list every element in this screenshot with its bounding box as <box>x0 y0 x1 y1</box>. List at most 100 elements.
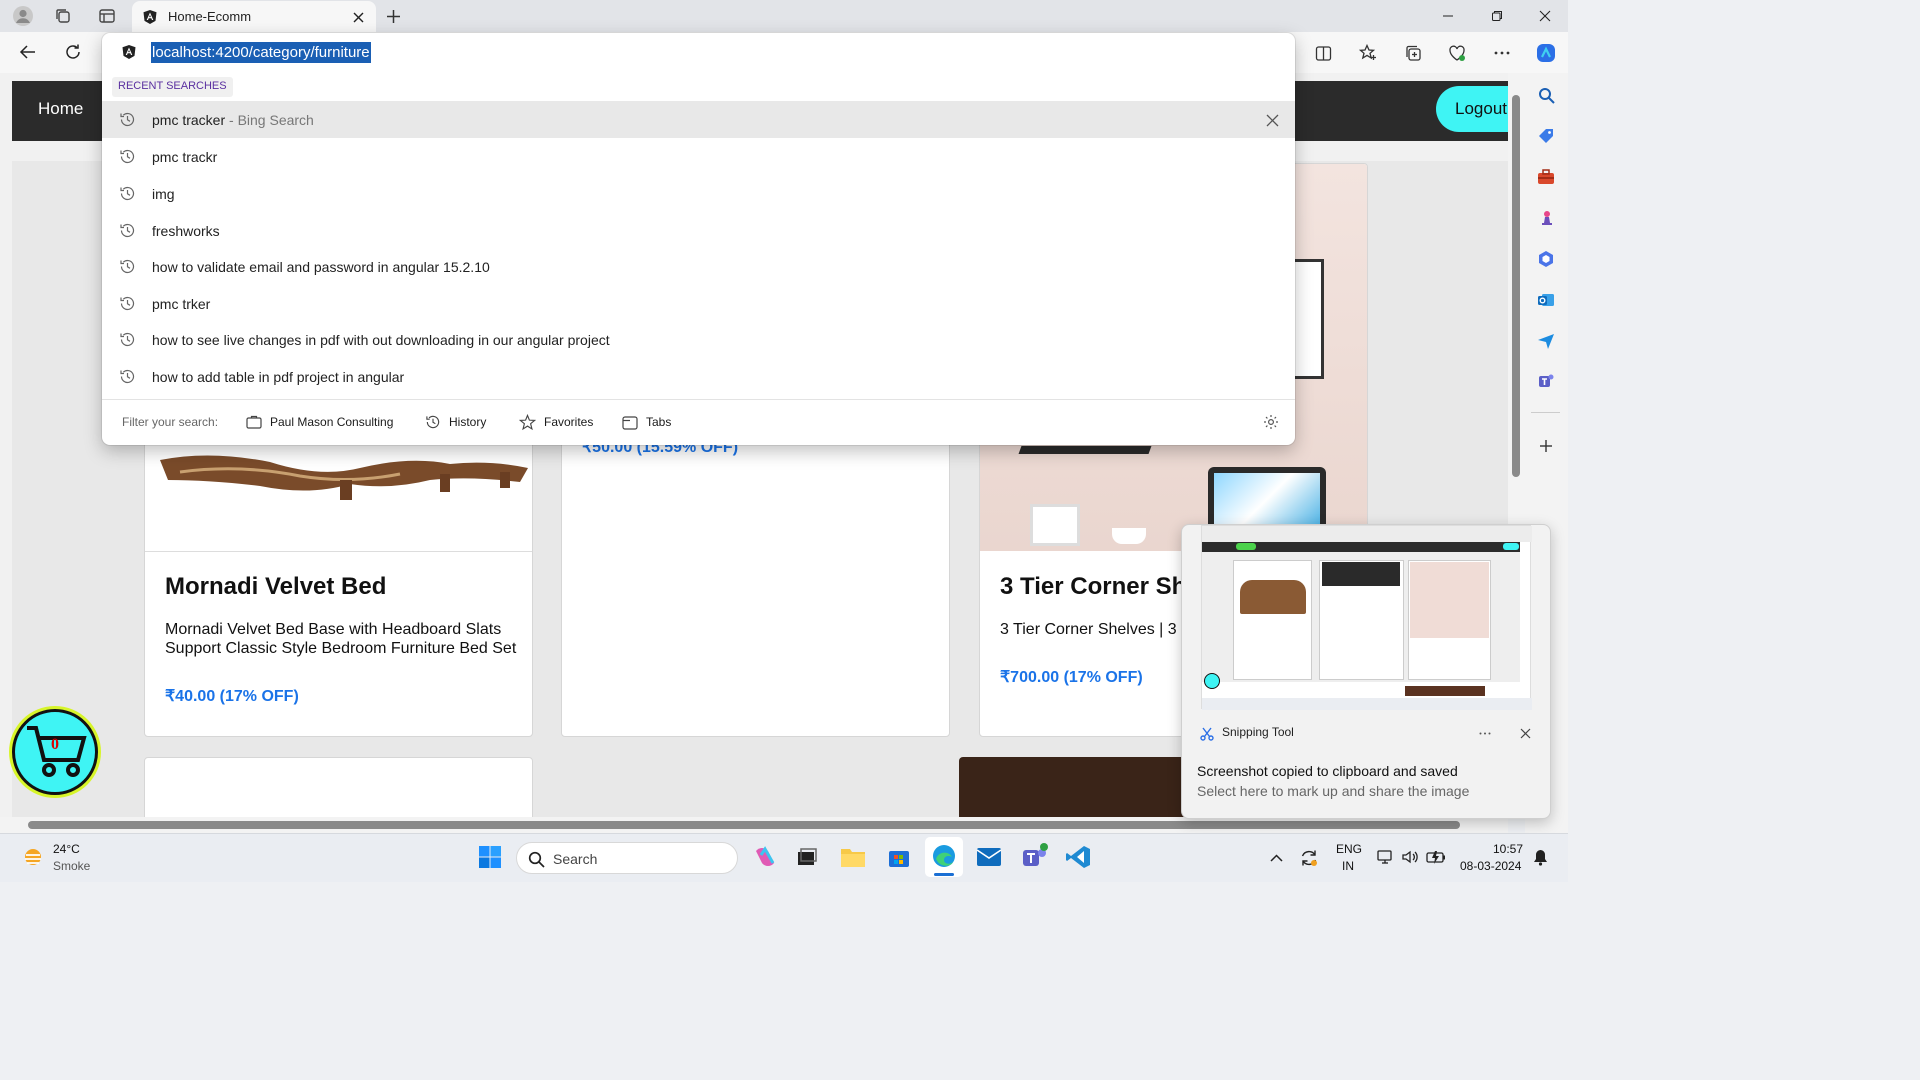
collections-icon[interactable] <box>1402 42 1424 64</box>
history-icon <box>119 295 136 312</box>
snipping-tool-notification[interactable]: Snipping Tool Screenshot copied to clipb… <box>1181 524 1551 819</box>
tabs-icon <box>622 415 638 430</box>
cart-button[interactable]: 0 <box>12 709 98 795</box>
browser-essentials-icon[interactable] <box>1446 42 1468 64</box>
split-screen-icon[interactable] <box>1312 42 1334 64</box>
remove-suggestion-icon[interactable] <box>1264 112 1280 128</box>
sync-icon[interactable] <box>1297 846 1321 870</box>
logout-button[interactable]: Logout <box>1436 86 1508 132</box>
clock-time[interactable]: 10:57 <box>1493 842 1523 856</box>
minimize-icon[interactable] <box>1438 6 1458 26</box>
outlook-icon[interactable] <box>1535 289 1557 311</box>
suggestion-text: pmc tracker <box>152 112 226 128</box>
copilot-icon[interactable] <box>1533 40 1559 66</box>
suggestion-item[interactable]: how to validate email and password in an… <box>102 248 1295 285</box>
back-icon[interactable] <box>17 41 39 63</box>
horizontal-scroll-thumb[interactable] <box>28 821 1460 829</box>
taskbar-search-placeholder: Search <box>553 851 598 867</box>
taskbar-search-box[interactable]: Search <box>516 842 738 874</box>
teams-icon[interactable] <box>1535 370 1557 392</box>
toast-more-icon[interactable] <box>1476 725 1494 741</box>
tab-home-ecomm[interactable]: Home-Ecomm <box>132 1 376 32</box>
volume-icon[interactable] <box>1400 848 1420 866</box>
weather-icon[interactable] <box>19 843 47 871</box>
suggestion-item[interactable]: how to add table in pdf project in angul… <box>102 358 1295 395</box>
close-tab-icon[interactable] <box>350 9 366 25</box>
chevron-up-icon[interactable] <box>1266 848 1286 868</box>
filter-tabs-label: Tabs <box>646 415 672 429</box>
games-icon[interactable] <box>1535 207 1557 229</box>
product-description: Mornadi Velvet Bed Base with Headboard S… <box>165 621 517 657</box>
search-icon[interactable] <box>1535 84 1557 106</box>
close-window-icon[interactable] <box>1535 6 1555 26</box>
restore-icon[interactable] <box>1487 6 1507 26</box>
logout-label: Logout <box>1455 99 1507 118</box>
snipping-tool-icon <box>1198 725 1216 743</box>
battery-icon[interactable] <box>1425 848 1447 866</box>
profile-icon[interactable] <box>10 4 36 28</box>
filter-workspace[interactable]: Paul Mason Consulting <box>246 411 393 433</box>
toast-close-icon[interactable] <box>1516 724 1534 742</box>
history-icon <box>119 258 136 275</box>
microsoft-store-icon[interactable] <box>883 841 915 873</box>
teams-new-icon[interactable] <box>1018 841 1050 873</box>
network-icon[interactable] <box>1376 848 1396 866</box>
suggestion-text: how to validate email and password in an… <box>152 259 490 275</box>
start-windows-icon[interactable] <box>474 841 506 873</box>
new-tab-icon[interactable] <box>383 6 403 26</box>
region-code[interactable]: IN <box>1342 859 1354 873</box>
microsoft-365-icon[interactable] <box>1535 248 1557 270</box>
product-title[interactable]: 3 Tier Corner Sh <box>1000 573 1186 601</box>
settings-gear-icon[interactable] <box>1262 413 1280 431</box>
suggestion-item[interactable]: img <box>102 175 1295 212</box>
suggestion-item[interactable]: how to see live changes in pdf with out … <box>102 321 1295 358</box>
tools-icon[interactable] <box>1535 166 1557 188</box>
tab-title: Home-Ecomm <box>168 9 252 24</box>
edge-taskbar-button[interactable] <box>925 837 963 877</box>
suggestion-item[interactable]: pmc trackr <box>102 138 1295 175</box>
screenshot-thumbnail[interactable] <box>1201 525 1532 710</box>
product-title[interactable]: Mornadi Velvet Bed <box>165 573 386 601</box>
weather-temp[interactable]: 24°C <box>53 842 80 856</box>
product-card[interactable] <box>144 757 533 817</box>
add-icon[interactable] <box>1535 435 1557 457</box>
toast-app-name: Snipping Tool <box>1222 725 1294 739</box>
filter-favorites[interactable]: Favorites <box>519 411 593 433</box>
favorites-icon[interactable] <box>1357 42 1379 64</box>
weather-desc[interactable]: Smoke <box>53 859 90 873</box>
history-icon <box>426 415 440 429</box>
filter-history-label: History <box>449 415 487 429</box>
file-explorer-icon[interactable] <box>837 841 869 873</box>
copilot-pre-icon[interactable] <box>749 841 781 873</box>
suggestion-item[interactable]: freshworks <box>102 212 1295 249</box>
url-input[interactable]: localhost:4200/category/furniture <box>151 42 371 63</box>
history-icon <box>119 148 136 165</box>
product-card[interactable] <box>959 757 1189 817</box>
horizontal-scrollbar[interactable] <box>0 817 1508 833</box>
vertical-tabs-icon[interactable] <box>95 5 119 27</box>
history-icon <box>119 185 136 202</box>
history-icon <box>119 331 136 348</box>
star-icon <box>519 413 536 430</box>
toast-message: Screenshot copied to clipboard and saved <box>1197 763 1458 779</box>
vertical-scroll-thumb[interactable] <box>1512 95 1520 477</box>
send-icon[interactable] <box>1535 330 1557 352</box>
vscode-icon[interactable] <box>1062 841 1094 873</box>
nav-home-link[interactable]: Home <box>38 99 83 119</box>
shopping-tag-icon[interactable] <box>1535 125 1557 147</box>
workspaces-icon[interactable] <box>51 5 75 27</box>
task-view-icon[interactable] <box>791 841 823 873</box>
clock-date[interactable]: 08-03-2024 <box>1460 859 1521 873</box>
filter-tabs[interactable]: Tabs <box>622 411 671 433</box>
filter-history[interactable]: History <box>425 411 486 433</box>
suggestion-item[interactable]: pmc tracker - Bing Search <box>102 101 1295 138</box>
filter-label: Filter your search: <box>122 415 219 429</box>
mail-icon[interactable] <box>973 841 1005 873</box>
suggestion-item[interactable]: pmc trker <box>102 285 1295 322</box>
more-menu-icon[interactable] <box>1491 42 1513 64</box>
angular-site-icon <box>120 43 138 61</box>
refresh-icon[interactable] <box>62 41 84 63</box>
notification-bell-icon[interactable] <box>1531 848 1549 866</box>
cart-count: 0 <box>51 736 59 753</box>
language-code[interactable]: ENG <box>1336 842 1362 856</box>
